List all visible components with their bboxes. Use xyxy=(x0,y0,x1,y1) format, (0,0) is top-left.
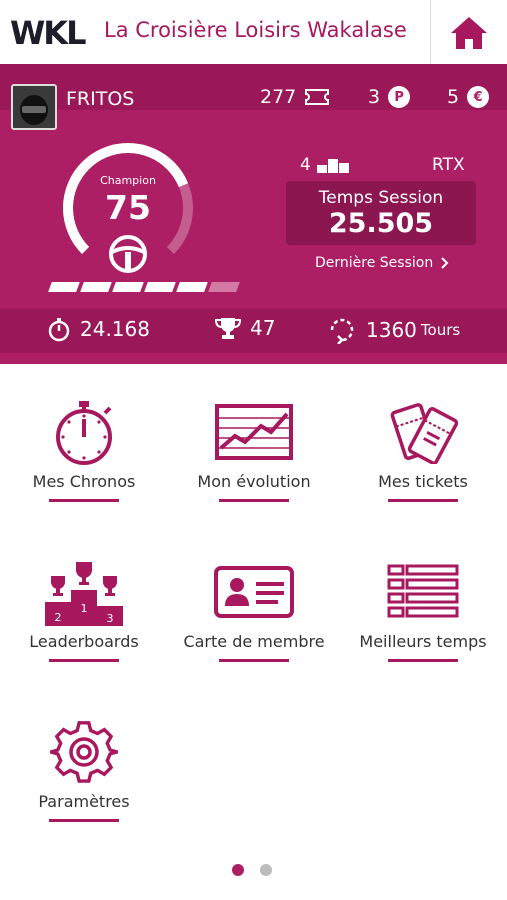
menu-mes-chronos[interactable]: Mes Chronos xyxy=(9,394,159,502)
app-title: La Croisière Loisirs Wakalase xyxy=(104,18,407,42)
progress-segment xyxy=(144,282,176,292)
trophies-value: 47 xyxy=(250,316,276,340)
menu-mon-evolution[interactable]: Mon évolution xyxy=(179,394,329,502)
tickets-icon xyxy=(390,403,458,464)
rank-position: 4 xyxy=(300,155,349,175)
menu-label: Mes Chronos xyxy=(32,472,136,491)
menu-label: Mon évolution xyxy=(197,472,311,491)
member-card-icon xyxy=(214,566,294,618)
progress-segment xyxy=(176,282,208,292)
progress-segment xyxy=(80,282,112,292)
ticket-icon xyxy=(305,89,330,105)
menu-underline xyxy=(219,659,289,662)
tickets-value: 277 xyxy=(260,86,297,108)
points-count: 3 P xyxy=(368,86,411,108)
steering-wheel-icon xyxy=(109,235,147,273)
app-logo: WKL xyxy=(10,14,86,52)
laps-stat: 1360 Tours xyxy=(326,316,460,344)
app-header: WKL La Croisière Loisirs Wakalase xyxy=(0,0,507,65)
tickets-count: 277 xyxy=(260,86,330,108)
menu-label: Meilleurs temps xyxy=(359,632,487,651)
session-time-label: Temps Session xyxy=(318,188,444,208)
menu-underline xyxy=(49,819,119,822)
menu-parametres[interactable]: Paramètres xyxy=(9,714,159,822)
home-icon xyxy=(451,17,487,49)
points-icon: P xyxy=(388,86,411,108)
progress-segment xyxy=(48,282,80,292)
level-label: Champion xyxy=(100,174,156,187)
svg-text:1: 1 xyxy=(81,602,88,615)
last-session-link[interactable]: Dernière Session xyxy=(315,255,449,271)
laps-unit: Tours xyxy=(420,321,461,339)
progress-segment xyxy=(208,282,240,292)
trophies-stat: 47 xyxy=(214,316,275,340)
level-value: 75 xyxy=(105,188,151,227)
menu-underline xyxy=(388,499,458,502)
last-session-label: Dernière Session xyxy=(315,255,434,271)
menu-meilleurs-temps[interactable]: Meilleurs temps xyxy=(348,554,498,662)
points-value: 3 xyxy=(368,86,381,108)
credits-count: 5 € xyxy=(447,86,490,108)
helmet-icon xyxy=(13,86,55,128)
list-icon xyxy=(387,564,459,618)
chart-icon xyxy=(215,404,293,460)
menu-underline xyxy=(219,499,289,502)
best-time-stat: 24.168 xyxy=(46,316,150,342)
laps-icon xyxy=(330,318,354,344)
best-time-value: 24.168 xyxy=(80,317,150,341)
avatar[interactable] xyxy=(11,84,57,130)
username: FRITOS xyxy=(66,88,135,110)
progress-segment xyxy=(112,282,144,292)
stopwatch-icon xyxy=(56,401,112,465)
kart-category: RTX xyxy=(432,155,465,175)
svg-text:2: 2 xyxy=(55,611,62,624)
credits-value: 5 xyxy=(447,86,460,108)
level-progress xyxy=(48,282,240,292)
menu-carte-de-membre[interactable]: Carte de membre xyxy=(179,554,329,662)
credits-icon: € xyxy=(467,86,490,108)
rank-value: 4 xyxy=(300,155,311,175)
trophy-icon xyxy=(214,318,242,339)
menu-mes-tickets[interactable]: Mes tickets xyxy=(348,394,498,502)
page-dot-2[interactable] xyxy=(260,864,272,876)
menu-label: Carte de membre xyxy=(183,632,325,651)
header-divider xyxy=(430,0,431,64)
menu-underline xyxy=(49,659,119,662)
menu-underline xyxy=(388,659,458,662)
menu-leaderboards[interactable]: 2 1 3 Leaderboards xyxy=(9,554,159,662)
podium-icon: 2 1 3 xyxy=(45,562,123,626)
stopwatch-small-icon xyxy=(48,318,70,342)
chevron-right-icon xyxy=(441,257,449,269)
gear-icon xyxy=(50,721,118,783)
menu-label: Mes tickets xyxy=(378,472,468,491)
menu-label: Paramètres xyxy=(38,792,130,811)
menu-label: Leaderboards xyxy=(29,632,139,651)
laps-value: 1360 xyxy=(366,318,417,342)
menu-underline xyxy=(49,499,119,502)
page-dot-1[interactable] xyxy=(232,864,244,876)
session-time-value: 25.505 xyxy=(328,208,434,239)
session-time-box: Temps Session 25.505 xyxy=(286,181,476,245)
svg-text:3: 3 xyxy=(107,612,114,625)
podium-small-icon xyxy=(316,159,349,173)
home-button[interactable] xyxy=(438,8,500,58)
page-indicator xyxy=(232,864,272,876)
